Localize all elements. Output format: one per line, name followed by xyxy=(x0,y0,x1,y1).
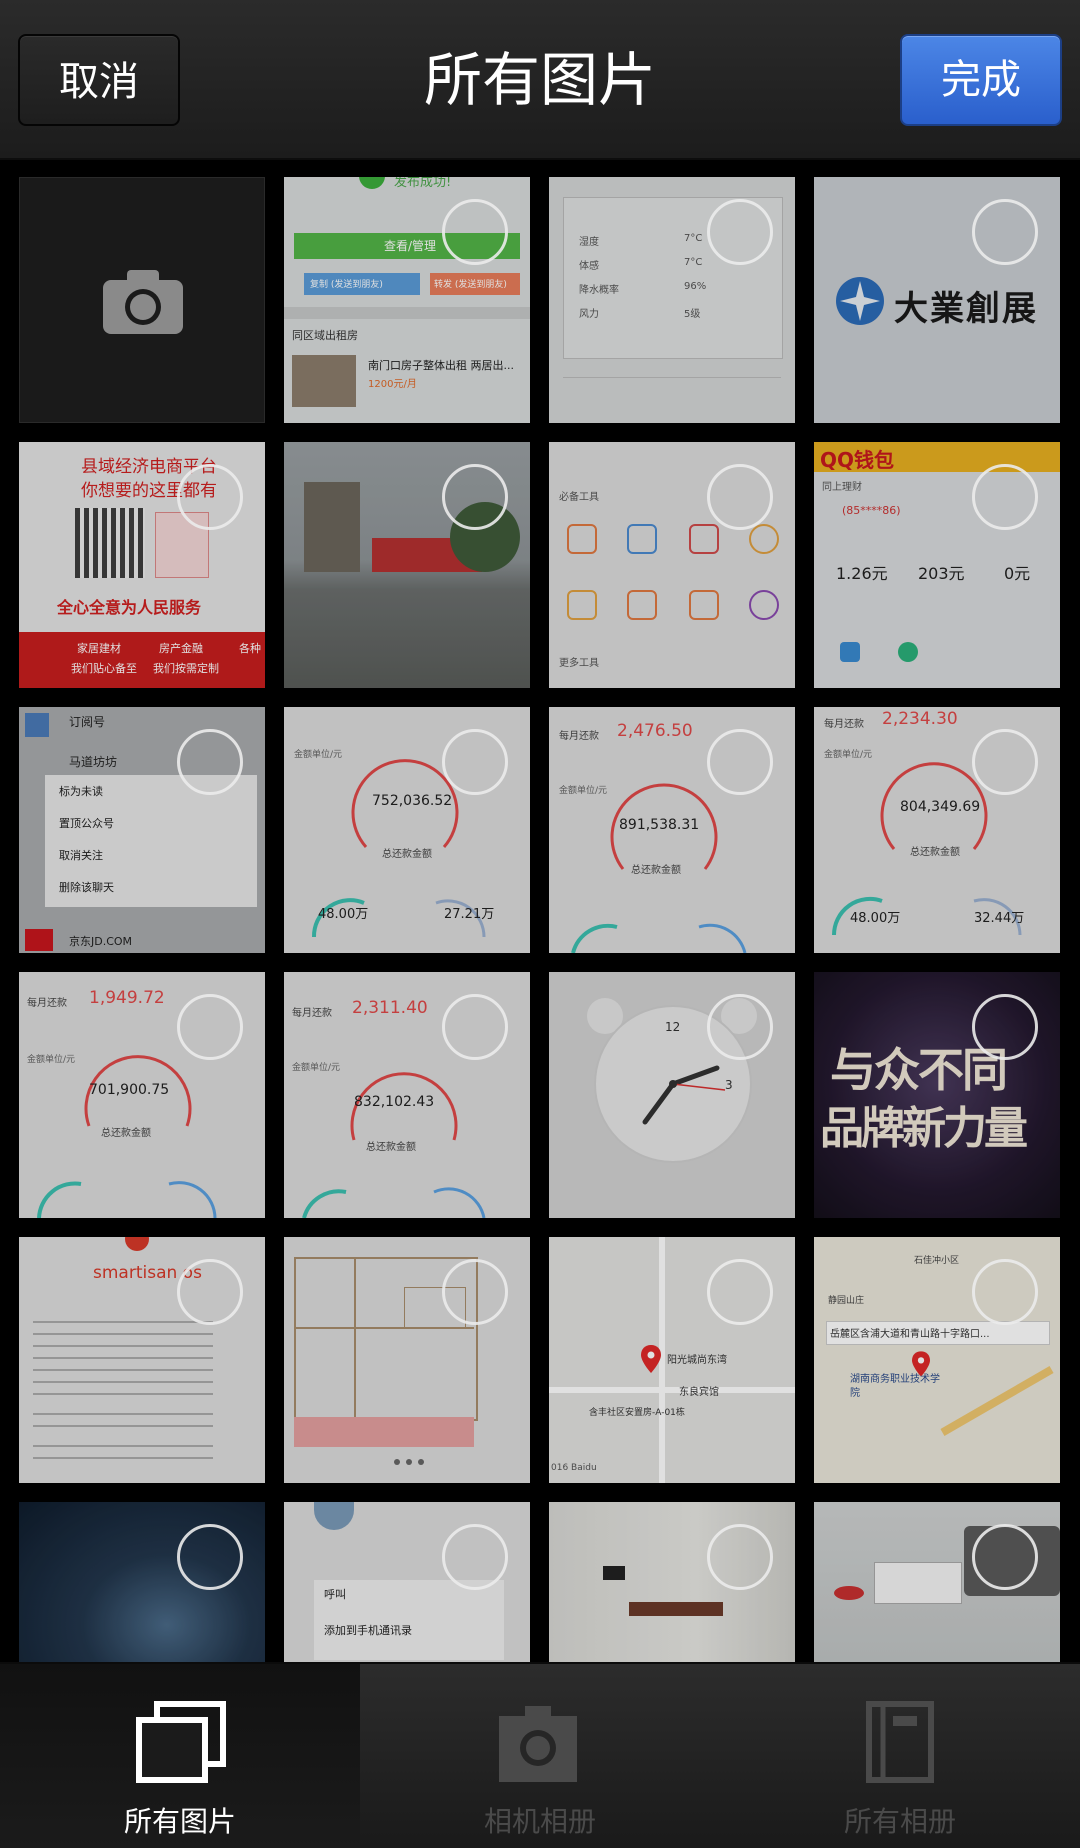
done-button[interactable]: 完成 xyxy=(900,34,1062,126)
photo-thumbnail[interactable]: 必备工具 更多工具 xyxy=(549,442,795,688)
photo-thumbnail[interactable] xyxy=(19,1502,265,1662)
photo-thumbnail[interactable]: 大業創展 xyxy=(814,177,1060,423)
photo-thumbnail[interactable]: 呼叫 添加到手机通讯录 xyxy=(284,1502,530,1662)
select-circle[interactable] xyxy=(972,1259,1038,1325)
camera-icon xyxy=(499,1706,577,1782)
select-circle[interactable] xyxy=(442,464,508,530)
photo-thumbnail[interactable]: 阳光城尚东湾 东良宾馆 含丰社区安置房-A-01栋 016 Baidu xyxy=(549,1237,795,1483)
photo-thumbnail[interactable]: 每月还款 2,476.50 金额单位/元 891,538.31 总还款金额 xyxy=(549,707,795,953)
select-circle[interactable] xyxy=(972,994,1038,1060)
select-circle[interactable] xyxy=(442,199,508,265)
photo-grid: 发布成功! 查看/管理 复制 (发送到朋友) 转发 (发送到朋友) 同区域出租房… xyxy=(0,160,1080,1662)
tab-label: 所有相册 xyxy=(843,1805,956,1838)
select-circle[interactable] xyxy=(442,994,508,1060)
camera-capture-tile[interactable] xyxy=(19,177,265,423)
photo-thumbnail[interactable]: 订阅号 马道坊坊 标为未读 置顶公众号 取消关注 删除该聊天 京东JD.COM xyxy=(19,707,265,953)
photos-stack-icon xyxy=(136,1701,226,1783)
photo-thumbnail[interactable]: 发布成功! 查看/管理 复制 (发送到朋友) 转发 (发送到朋友) 同区域出租房… xyxy=(284,177,530,423)
select-circle[interactable] xyxy=(707,729,773,795)
select-circle[interactable] xyxy=(972,1524,1038,1590)
select-circle[interactable] xyxy=(972,729,1038,795)
tab-label: 所有图片 xyxy=(123,1805,236,1838)
select-circle[interactable] xyxy=(707,1259,773,1325)
album-icon xyxy=(866,1701,934,1783)
photo-thumbnail[interactable] xyxy=(284,1237,530,1483)
tab-label: 相机相册 xyxy=(483,1805,596,1838)
photo-thumbnail[interactable]: 与众不同 品牌新力量 xyxy=(814,972,1060,1218)
tab-all-photos[interactable]: 所有图片 xyxy=(0,1664,360,1848)
photo-thumbnail[interactable]: 每月还款 1,949.72 金额单位/元 701,900.75 总还款金额 xyxy=(19,972,265,1218)
photo-thumbnail[interactable]: 石佳冲小区 静园山庄 岳麓区含浦大道和青山路十字路口... 湖南商务职业技术学院 xyxy=(814,1237,1060,1483)
select-circle[interactable] xyxy=(707,1524,773,1590)
select-circle[interactable] xyxy=(177,1524,243,1590)
photo-thumbnail[interactable] xyxy=(814,1502,1060,1662)
select-circle[interactable] xyxy=(972,464,1038,530)
select-circle[interactable] xyxy=(177,1259,243,1325)
photo-thumbnail[interactable]: 湿度 7°C 体感 7°C 降水概率 96% 风力 5级 xyxy=(549,177,795,423)
select-circle[interactable] xyxy=(177,464,243,530)
photo-thumbnail[interactable] xyxy=(284,442,530,688)
photo-thumbnail[interactable]: 县域经济电商平台 你想要的这里都有 全心全意为人民服务 家居建材 房产金融 各种… xyxy=(19,442,265,688)
photo-thumbnail[interactable]: 金额单位/元 752,036.52 总还款金额 48.00万 27.21万 xyxy=(284,707,530,953)
select-circle[interactable] xyxy=(442,1524,508,1590)
camera-icon xyxy=(103,270,183,334)
bottom-tab-bar: 所有图片 相机相册 所有相册 xyxy=(0,1662,1080,1848)
tab-all-albums[interactable]: 所有相册 xyxy=(720,1664,1080,1848)
tab-camera-roll[interactable]: 相机相册 xyxy=(360,1664,720,1848)
photo-thumbnail[interactable]: QQ钱包 同上理财 (85****86) 1.26元 203元 0元 xyxy=(814,442,1060,688)
select-circle[interactable] xyxy=(972,199,1038,265)
select-circle[interactable] xyxy=(707,199,773,265)
select-circle[interactable] xyxy=(177,994,243,1060)
select-circle[interactable] xyxy=(177,729,243,795)
photo-thumbnail[interactable]: 12 3 xyxy=(549,972,795,1218)
select-circle[interactable] xyxy=(707,994,773,1060)
top-bar: 取消 所有图片 完成 xyxy=(0,0,1080,160)
photo-thumbnail[interactable] xyxy=(549,1502,795,1662)
photo-thumbnail[interactable]: smartisan os xyxy=(19,1237,265,1483)
select-circle[interactable] xyxy=(707,464,773,530)
select-circle[interactable] xyxy=(442,729,508,795)
photo-thumbnail[interactable]: 每月还款 2,234.30 金额单位/元 804,349.69 总还款金额 48… xyxy=(814,707,1060,953)
select-circle[interactable] xyxy=(442,1259,508,1325)
photo-thumbnail[interactable]: 每月还款 2,311.40 金额单位/元 832,102.43 总还款金额 xyxy=(284,972,530,1218)
